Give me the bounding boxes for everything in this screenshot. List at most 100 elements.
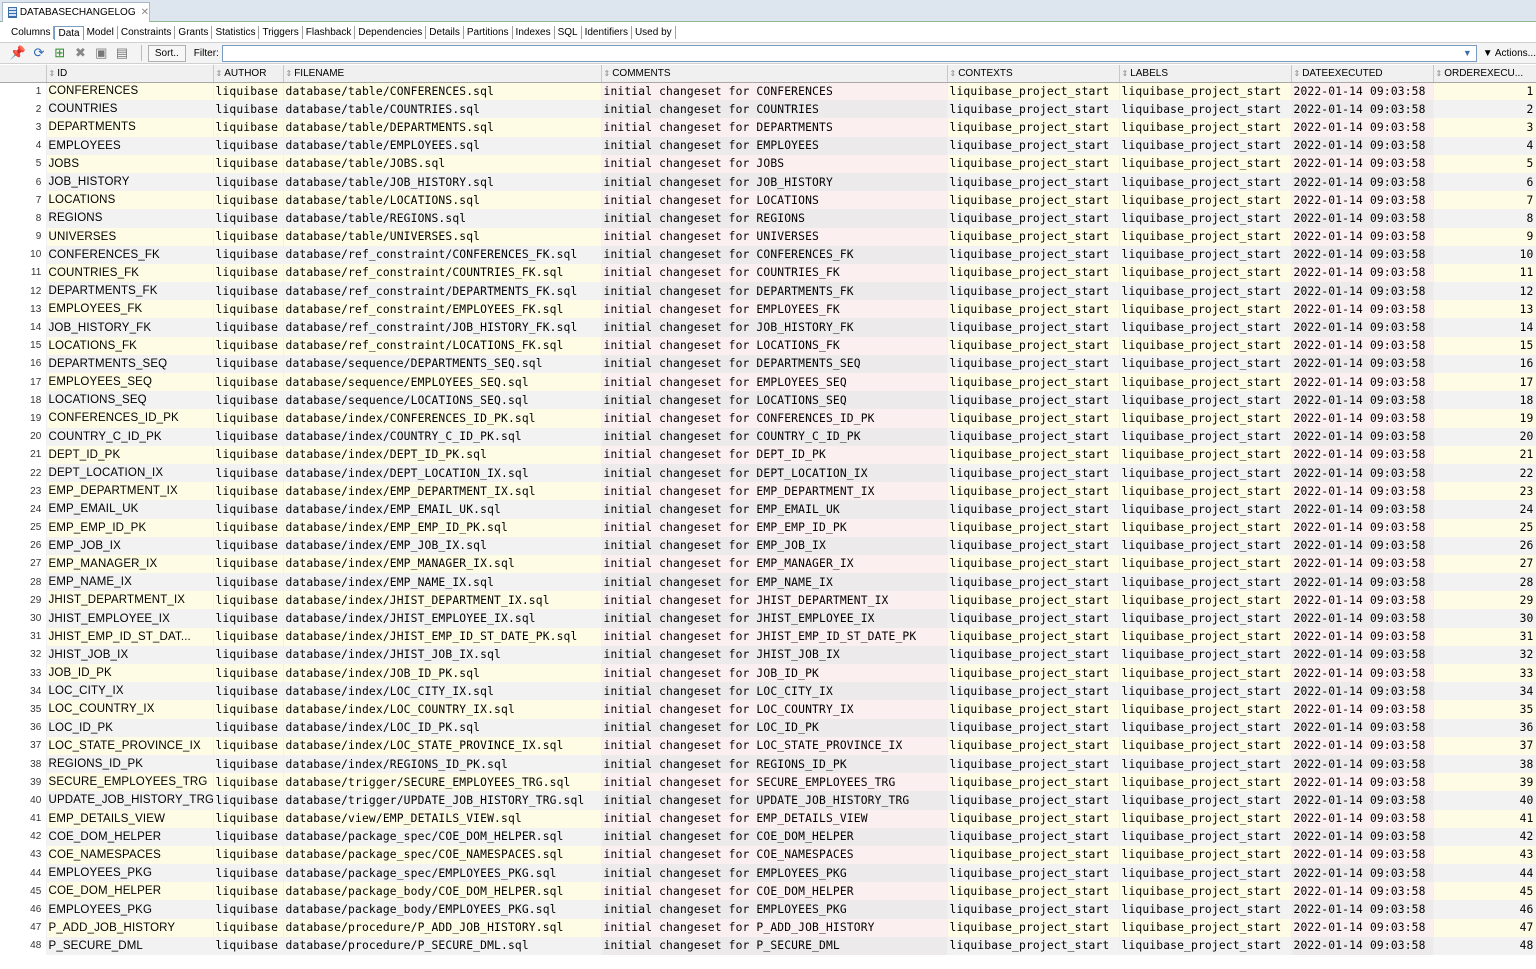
cell-contexts[interactable]: liquibase_project_start (947, 518, 1120, 537)
cell-filename[interactable]: database/table/EMPLOYEES.sql (283, 136, 602, 155)
cell-dateexecuted[interactable]: 2022-01-14 09:03:58 (1291, 627, 1434, 646)
cell-comments[interactable]: initial changeset for CONFERENCES (601, 82, 948, 101)
cell-dateexecuted[interactable]: 2022-01-14 09:03:58 (1291, 227, 1434, 246)
cell-author[interactable]: liquibase (213, 209, 284, 228)
tab-constraints[interactable]: Constraints (118, 26, 176, 39)
cell-comments[interactable]: initial changeset for COE_DOM_HELPER (601, 882, 948, 901)
table-row[interactable]: 45 COE_DOM_HELPER liquibase database/packag… (0, 882, 1536, 901)
cell-dateexecuted[interactable]: 2022-01-14 09:03:58 (1291, 172, 1434, 192)
cell-dateexecuted[interactable]: 2022-01-14 09:03:58 (1291, 645, 1434, 664)
cell-id[interactable]: JOB_HISTORY_FK (46, 318, 214, 337)
cell-id[interactable]: DEPARTMENTS_SEQ (46, 354, 214, 373)
cell-order[interactable]: 7 (1433, 191, 1536, 210)
cell-filename[interactable]: database/index/JOB_ID_PK.sql (283, 664, 602, 683)
cell-filename[interactable]: database/ref_constraint/COUNTRIES_FK.sql (283, 263, 602, 283)
cell-dateexecuted[interactable]: 2022-01-14 09:03:58 (1291, 773, 1434, 792)
cell-labels[interactable]: liquibase_project_start (1119, 900, 1292, 919)
cell-labels[interactable]: liquibase_project_start (1119, 627, 1292, 646)
cell-comments[interactable]: initial changeset for EMPLOYEES_FK (601, 300, 948, 319)
cell-dateexecuted[interactable]: 2022-01-14 09:03:58 (1291, 718, 1434, 737)
cell-comments[interactable]: initial changeset for JHIST_EMP_ID_ST_DA… (601, 627, 948, 646)
cell-comments[interactable]: initial changeset for REGIONS_ID_PK (601, 754, 948, 774)
cell-filename[interactable]: database/table/COUNTRIES.sql (283, 100, 602, 119)
tab-details[interactable]: Details (426, 26, 464, 39)
cell-contexts[interactable]: liquibase_project_start (947, 154, 1120, 173)
cell-labels[interactable]: liquibase_project_start (1119, 573, 1292, 592)
cell-author[interactable]: liquibase (213, 827, 284, 846)
cell-order[interactable]: 26 (1433, 536, 1536, 555)
cell-author[interactable]: liquibase (213, 445, 284, 464)
table-row[interactable]: 29 JHIST_DEPARTMENT_IX liquibase database/i… (0, 591, 1536, 610)
cell-order[interactable]: 32 (1433, 645, 1536, 664)
table-row[interactable]: 15 LOCATIONS_FK liquibase database/ref_cons… (0, 336, 1536, 355)
cell-order[interactable]: 28 (1433, 573, 1536, 592)
cell-order[interactable]: 14 (1433, 318, 1536, 337)
cell-contexts[interactable]: liquibase_project_start (947, 864, 1120, 883)
cell-filename[interactable]: database/index/DEPT_LOCATION_IX.sql (283, 463, 602, 483)
table-row[interactable]: 30 JHIST_EMPLOYEE_IX liquibase database/ind… (0, 609, 1536, 628)
cell-comments[interactable]: initial changeset for DEPARTMENTS_SEQ (601, 354, 948, 373)
cell-comments[interactable]: initial changeset for EMP_EMP_ID_PK (601, 518, 948, 537)
column-header-author[interactable]: ⇕ AUTHOR (213, 65, 284, 83)
filter-input[interactable] (221, 44, 1477, 62)
cell-order[interactable]: 2 (1433, 100, 1536, 119)
cell-order[interactable]: 38 (1433, 754, 1536, 774)
cell-filename[interactable]: database/package_spec/COE_NAMESPACES.sql (283, 845, 602, 865)
table-row[interactable]: 37 LOC_STATE_PROVINCE_IX liquibase database… (0, 736, 1536, 755)
cell-author[interactable]: liquibase (213, 645, 284, 664)
cell-dateexecuted[interactable]: 2022-01-14 09:03:58 (1291, 282, 1434, 301)
cell-dateexecuted[interactable]: 2022-01-14 09:03:58 (1291, 518, 1434, 537)
table-row[interactable]: 17 EMPLOYEES_SEQ liquibase database/sequenc… (0, 373, 1536, 392)
cell-id[interactable]: EMP_JOB_IX (46, 536, 214, 555)
cell-id[interactable]: JOBS (46, 154, 214, 173)
tab-used-by[interactable]: Used by (632, 26, 676, 39)
refresh-icon[interactable]: ⟳ (31, 45, 47, 61)
cell-author[interactable]: liquibase (213, 172, 284, 192)
table-row[interactable]: 5 JOBS liquibase database/table/JOBS.sql ini… (0, 154, 1536, 173)
cell-id[interactable]: CONFERENCES_ID_PK (46, 409, 214, 428)
cell-labels[interactable]: liquibase_project_start (1119, 664, 1292, 683)
cell-contexts[interactable]: liquibase_project_start (947, 554, 1120, 574)
cell-filename[interactable]: database/package_spec/COE_DOM_HELPER.sql (283, 827, 602, 846)
cell-comments[interactable]: initial changeset for JOBS (601, 154, 948, 173)
cell-order[interactable]: 1 (1433, 82, 1536, 101)
table-row[interactable]: 27 EMP_MANAGER_IX liquibase database/index/… (0, 554, 1536, 574)
cell-labels[interactable]: liquibase_project_start (1119, 809, 1292, 828)
cell-order[interactable]: 31 (1433, 627, 1536, 646)
table-row[interactable]: 8 REGIONS liquibase database/table/REGIONS.… (0, 209, 1536, 228)
cell-dateexecuted[interactable]: 2022-01-14 09:03:58 (1291, 554, 1434, 574)
table-row[interactable]: 16 DEPARTMENTS_SEQ liquibase database/seque… (0, 354, 1536, 373)
cell-filename[interactable]: database/package_body/COE_DOM_HELPER.sql (283, 882, 602, 901)
cell-contexts[interactable]: liquibase_project_start (947, 82, 1120, 101)
table-row[interactable]: 13 EMPLOYEES_FK liquibase database/ref_cons… (0, 300, 1536, 319)
cell-contexts[interactable]: liquibase_project_start (947, 300, 1120, 319)
cell-filename[interactable]: database/index/REGIONS_ID_PK.sql (283, 754, 602, 774)
cell-filename[interactable]: database/index/JHIST_DEPARTMENT_IX.sql (283, 591, 602, 610)
cell-contexts[interactable]: liquibase_project_start (947, 591, 1120, 610)
cell-dateexecuted[interactable]: 2022-01-14 09:03:58 (1291, 864, 1434, 883)
cell-author[interactable]: liquibase (213, 809, 284, 828)
cell-order[interactable]: 35 (1433, 700, 1536, 719)
cell-dateexecuted[interactable]: 2022-01-14 09:03:58 (1291, 118, 1434, 137)
cell-author[interactable]: liquibase (213, 500, 284, 519)
cell-filename[interactable]: database/index/LOC_COUNTRY_IX.sql (283, 700, 602, 719)
cell-labels[interactable]: liquibase_project_start (1119, 936, 1292, 955)
sort-arrows-icon[interactable]: ⇕ (1436, 69, 1443, 78)
cell-id[interactable]: DEPARTMENTS_FK (46, 282, 214, 301)
table-row[interactable]: 14 JOB_HISTORY_FK liquibase database/ref_co… (0, 318, 1536, 337)
cell-comments[interactable]: initial changeset for LOC_STATE_PROVINCE… (601, 736, 948, 755)
cell-filename[interactable]: database/ref_constraint/LOCATIONS_FK.sql (283, 336, 602, 355)
cell-contexts[interactable]: liquibase_project_start (947, 373, 1120, 392)
cell-order[interactable]: 10 (1433, 245, 1536, 264)
cell-order[interactable]: 41 (1433, 809, 1536, 828)
cell-id[interactable]: EMP_EMP_ID_PK (46, 518, 214, 537)
tab-dependencies[interactable]: Dependencies (355, 26, 427, 39)
cell-author[interactable]: liquibase (213, 864, 284, 883)
cell-dateexecuted[interactable]: 2022-01-14 09:03:58 (1291, 664, 1434, 683)
cell-filename[interactable]: database/procedure/P_ADD_JOB_HISTORY.sql (283, 918, 602, 937)
tab-sql[interactable]: SQL (555, 26, 582, 39)
cell-contexts[interactable]: liquibase_project_start (947, 664, 1120, 683)
cell-labels[interactable]: liquibase_project_start (1119, 136, 1292, 155)
column-header-id[interactable]: ⇕ ID (46, 65, 214, 83)
cell-comments[interactable]: initial changeset for EMP_DEPARTMENT_IX (601, 482, 948, 501)
